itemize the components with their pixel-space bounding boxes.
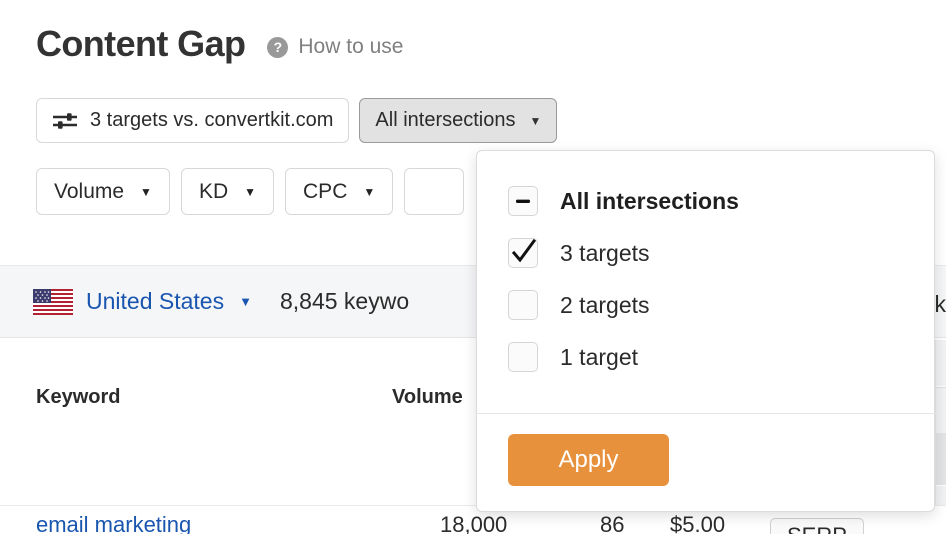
chevron-down-icon: ▼ — [140, 186, 152, 198]
page-title: Content Gap — [36, 22, 245, 66]
table-row[interactable]: email marketing — [36, 512, 191, 534]
option-all-intersections[interactable]: All intersections — [477, 175, 934, 227]
table-cell-kd: 86 — [600, 512, 624, 534]
volume-filter-button[interactable]: Volume ▼ — [36, 168, 170, 215]
table-cell-shade — [936, 433, 946, 485]
intersections-option-list: All intersections 3 targets 2 targets 1 … — [477, 151, 934, 383]
dropdown-divider — [477, 413, 936, 414]
table-cell-shade — [936, 388, 946, 433]
serp-button[interactable]: SERP — [770, 518, 864, 534]
checkbox-unchecked-icon[interactable] — [508, 290, 538, 320]
kd-filter-button[interactable]: KD ▼ — [181, 168, 274, 215]
how-to-use-label: How to use — [298, 35, 403, 59]
primary-filter-row: 3 targets vs. convertkit.com All interse… — [36, 98, 557, 143]
more-filters-button[interactable] — [404, 168, 464, 215]
intersections-filter-button[interactable]: All intersections ▼ — [359, 98, 557, 143]
chevron-down-icon: ▼ — [239, 294, 252, 309]
content-gap-page: Content Gap ? How to use 3 targets vs. c… — [0, 0, 946, 534]
sliders-icon — [52, 111, 78, 131]
apply-button[interactable]: Apply — [508, 434, 669, 486]
chevron-down-icon: ▼ — [244, 186, 256, 198]
volume-filter-label: Volume — [54, 180, 124, 204]
kd-filter-label: KD — [199, 180, 228, 204]
country-label: United States — [86, 288, 224, 315]
targets-filter-label: 3 targets vs. convertkit.com — [90, 109, 333, 132]
intersections-dropdown-panel: All intersections 3 targets 2 targets 1 … — [476, 150, 935, 512]
checkbox-unchecked-icon[interactable] — [508, 342, 538, 372]
chevron-down-icon: ▼ — [363, 186, 375, 198]
option-label: All intersections — [560, 188, 739, 215]
option-1-target[interactable]: 1 target — [477, 331, 934, 383]
keyword-count-label: 8,845 keywo — [280, 288, 409, 315]
table-cell-shade — [936, 340, 946, 386]
table-cell-shade — [936, 486, 946, 505]
column-header-keyword[interactable]: Keyword — [36, 386, 120, 409]
question-mark-icon: ? — [267, 37, 288, 58]
country-selector[interactable]: United States ▼ — [33, 288, 252, 315]
checkbox-indeterminate-icon[interactable] — [508, 186, 538, 216]
checkbox-checked-icon[interactable] — [508, 238, 538, 268]
column-header-volume[interactable]: Volume — [392, 386, 463, 409]
option-label: 1 target — [560, 344, 638, 371]
targets-filter-button[interactable]: 3 targets vs. convertkit.com — [36, 98, 349, 143]
option-2-targets[interactable]: 2 targets — [477, 279, 934, 331]
us-flag-icon — [33, 289, 73, 315]
option-label: 2 targets — [560, 292, 650, 319]
intersections-filter-label: All intersections — [375, 109, 515, 132]
option-label: 3 targets — [560, 240, 650, 267]
table-cell-volume: 18,000 — [440, 512, 507, 534]
cpc-filter-button[interactable]: CPC ▼ — [285, 168, 393, 215]
cpc-filter-label: CPC — [303, 180, 347, 204]
page-header: Content Gap ? How to use — [36, 22, 403, 66]
how-to-use-link[interactable]: ? How to use — [267, 29, 403, 59]
table-cell-cpc: $5.00 — [670, 512, 725, 534]
option-3-targets[interactable]: 3 targets — [477, 227, 934, 279]
secondary-filter-row: Volume ▼ KD ▼ CPC ▼ — [36, 168, 464, 215]
chevron-down-icon: ▼ — [529, 115, 541, 127]
